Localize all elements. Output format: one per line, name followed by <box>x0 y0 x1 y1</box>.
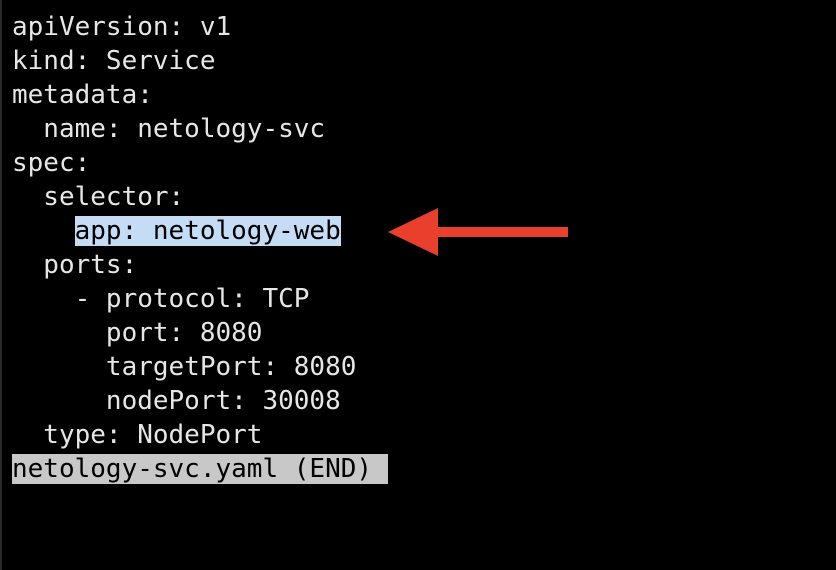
selected-text[interactable]: app: netology-web <box>74 216 341 246</box>
left-arrow-icon <box>388 208 568 256</box>
yaml-line-kind: kind: Service <box>12 46 216 76</box>
terminal-window[interactable]: apiVersion: v1 kind: Service metadata: n… <box>0 0 836 570</box>
arrow-shaft <box>432 227 568 237</box>
yaml-line-selector: selector: <box>12 182 185 212</box>
yaml-line-targetport: targetPort: 8080 <box>12 352 357 382</box>
yaml-line-protocol: - protocol: TCP <box>12 284 310 314</box>
yaml-line-apiversion: apiVersion: v1 <box>12 12 232 42</box>
yaml-line-name: name: netology-svc <box>12 114 326 144</box>
yaml-line-app-selected[interactable]: app: netology-web <box>12 214 341 248</box>
yaml-line-ports: ports: <box>12 250 138 280</box>
yaml-line-metadata: metadata: <box>12 80 153 110</box>
yaml-line-nodeport: nodePort: 30008 <box>12 386 341 416</box>
pager-status-line: netology-svc.yaml (END) <box>12 452 389 486</box>
arrow-head <box>388 208 438 256</box>
yaml-line-type: type: NodePort <box>12 420 263 450</box>
yaml-line-port: port: 8080 <box>12 318 263 348</box>
pager-status: netology-svc.yaml (END) <box>12 454 389 484</box>
yaml-line-spec: spec: <box>12 148 91 178</box>
